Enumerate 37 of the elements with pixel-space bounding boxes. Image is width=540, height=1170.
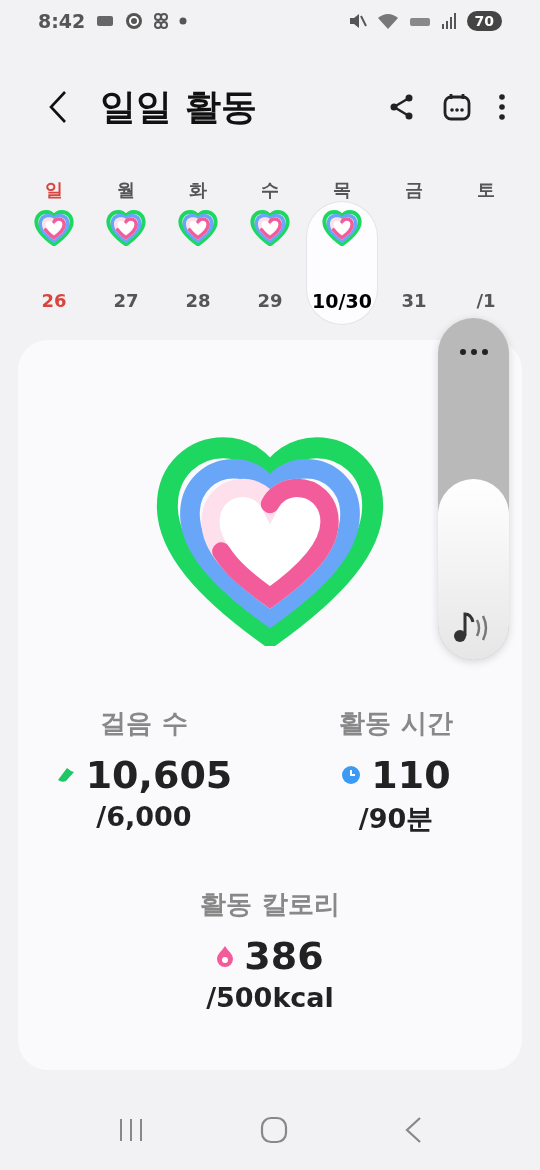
stat-value: 386 [244,934,324,978]
notification-icon [153,12,170,30]
back-icon[interactable] [404,1116,422,1144]
weekday-label: 토 [477,178,495,202]
weekday-label: 목 [333,178,351,202]
more-icon[interactable] [459,348,489,356]
home-icon[interactable] [260,1116,288,1144]
date-tab[interactable]: 26 [19,202,89,311]
clock-icon [341,765,362,785]
stat-label: 활동 시간 [339,707,453,740]
stat-goal: /6,000 [96,801,192,832]
weekday-label: 일 [45,178,63,202]
date-tab[interactable]: /1 [451,202,521,311]
mute-icon [348,12,367,30]
weekday-label: 금 [405,178,423,202]
page-title: 일일 활동 [100,84,258,129]
status-time: 8:42 [38,10,86,32]
date-tab[interactable]: 29 [235,202,305,311]
date-tab[interactable]: 10/30 [307,202,377,324]
wifi-icon [376,12,399,30]
stat-goal: /90분 [358,802,434,836]
weekday-label: 화 [189,178,207,202]
stat-label: 걸음 수 [100,707,188,740]
stat-value: 110 [371,753,451,797]
signal-icon [440,13,457,29]
stat-goal: /500kcal [206,982,334,1013]
stat-value: 10,605 [85,753,233,797]
notification-icon [95,13,116,29]
recent-apps-icon[interactable] [118,1118,144,1142]
weekday-label: 월 [117,178,135,202]
dot-icon [179,17,188,25]
date-tab[interactable]: 28 [163,202,233,311]
weekday-label: 수 [261,178,279,202]
battery-level: 70 [466,11,502,31]
date-tab[interactable]: 27 [91,202,161,311]
stat-label: 활동 칼로리 [200,888,340,921]
date-tab[interactable]: 31 [379,202,449,311]
